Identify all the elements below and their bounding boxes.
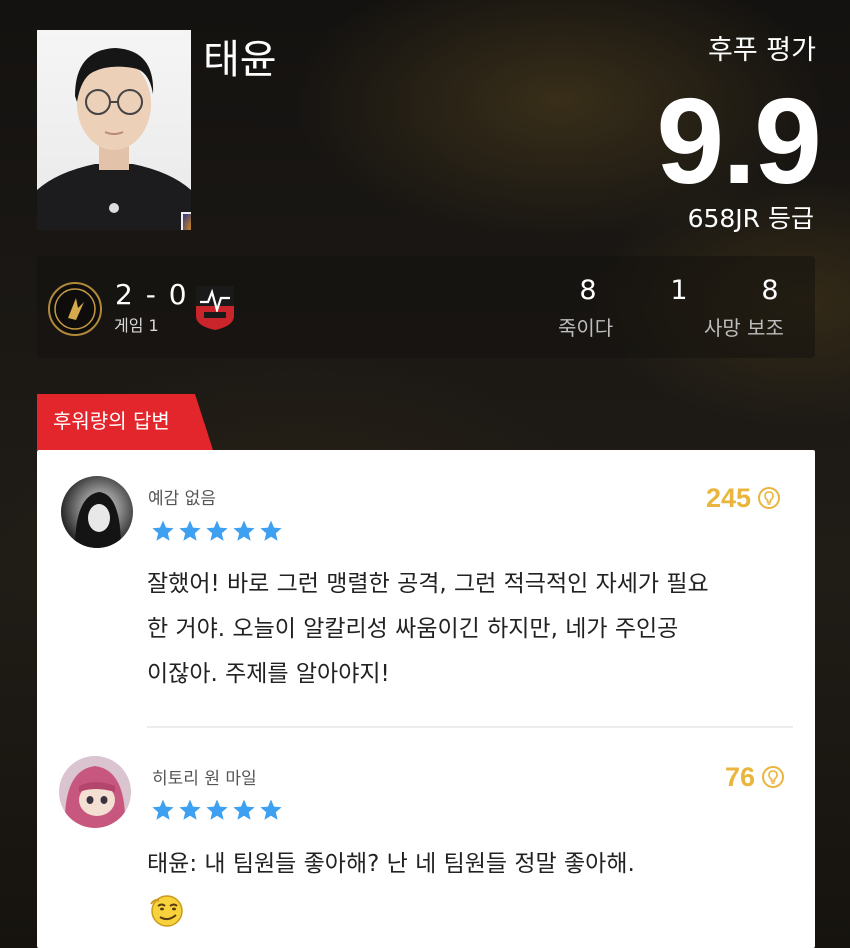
review-text: 태윤: 내 팀원들 좋아해? 난 네 팀원들 정말 좋아해. bbox=[147, 842, 635, 887]
match-score: 2 - 0 bbox=[115, 278, 189, 311]
like-button[interactable]: 76 bbox=[725, 761, 785, 793]
star-icon bbox=[179, 799, 201, 820]
star-icon bbox=[206, 799, 228, 820]
like-count: 245 bbox=[706, 483, 752, 513]
star-icon bbox=[233, 799, 255, 820]
match-summary-bar[interactable]: 2 - 0 게임 1 8 1 8 죽이다 사망 보조 bbox=[37, 256, 815, 358]
reviewer-avatar[interactable] bbox=[61, 476, 133, 548]
player-name: 태윤 bbox=[203, 37, 277, 83]
reviews-section-tab[interactable]: 후워량의 답변 bbox=[37, 394, 213, 450]
review-line: 잘했어! 바로 그런 맹렬한 공격, 그런 적극적인 자세가 필요 bbox=[147, 571, 709, 597]
reviewer-avatar[interactable] bbox=[59, 756, 131, 828]
star-icon bbox=[179, 520, 201, 541]
player-portrait-icon bbox=[37, 48, 191, 230]
champion-icon bbox=[181, 212, 191, 230]
lightbulb-icon bbox=[762, 766, 785, 788]
reviews-section-title: 후워량의 답변 bbox=[53, 409, 170, 433]
rating-label: 후푸 평가 bbox=[708, 35, 816, 66]
star-rating bbox=[151, 798, 283, 822]
like-button[interactable]: 245 bbox=[706, 482, 781, 514]
review-text: 잘했어! 바로 그런 맹렬한 공격, 그런 적극적인 자세가 필요 한 거야. … bbox=[147, 562, 709, 697]
review-list: 예감 없음 245 잘했어! 바로 그런 맹렬한 공격, 그런 적극적인 자세가… bbox=[37, 450, 815, 948]
reviewer-name[interactable]: 히토리 원 마일 bbox=[152, 768, 257, 790]
star-icon bbox=[206, 520, 228, 541]
like-count: 76 bbox=[725, 762, 756, 792]
kills-value: 8 bbox=[579, 275, 597, 306]
deaths-assists-label: 사망 보조 bbox=[704, 316, 784, 340]
player-portrait bbox=[37, 30, 191, 230]
smirk-emoji-icon bbox=[149, 892, 185, 928]
star-rating bbox=[151, 519, 283, 543]
team-logo-red-icon bbox=[192, 282, 246, 336]
kills-label: 죽이다 bbox=[558, 316, 614, 340]
rating-score: 9.9 bbox=[656, 73, 822, 209]
team-logo-gold-icon bbox=[48, 282, 102, 336]
review-line: 한 거야. 오늘이 알칼리성 싸움이긴 하지만, 네가 주인공 bbox=[147, 616, 679, 642]
lightbulb-icon bbox=[758, 487, 781, 509]
review-line: 이잖아. 주제를 알아야지! bbox=[147, 661, 390, 687]
star-icon bbox=[152, 520, 174, 541]
star-icon bbox=[260, 799, 282, 820]
assists-value: 8 bbox=[761, 275, 779, 306]
review-divider bbox=[147, 726, 793, 728]
game-number: 게임 1 bbox=[114, 316, 159, 335]
deaths-value: 1 bbox=[670, 275, 688, 306]
review-line: 태윤: 내 팀원들 좋아해? 난 네 팀원들 정말 좋아해. bbox=[147, 851, 635, 877]
star-icon bbox=[233, 520, 255, 541]
star-icon bbox=[152, 799, 174, 820]
star-icon bbox=[260, 520, 282, 541]
rating-grade: 658JR 등급 bbox=[687, 204, 814, 233]
reviewer-name[interactable]: 예감 없음 bbox=[148, 488, 216, 510]
